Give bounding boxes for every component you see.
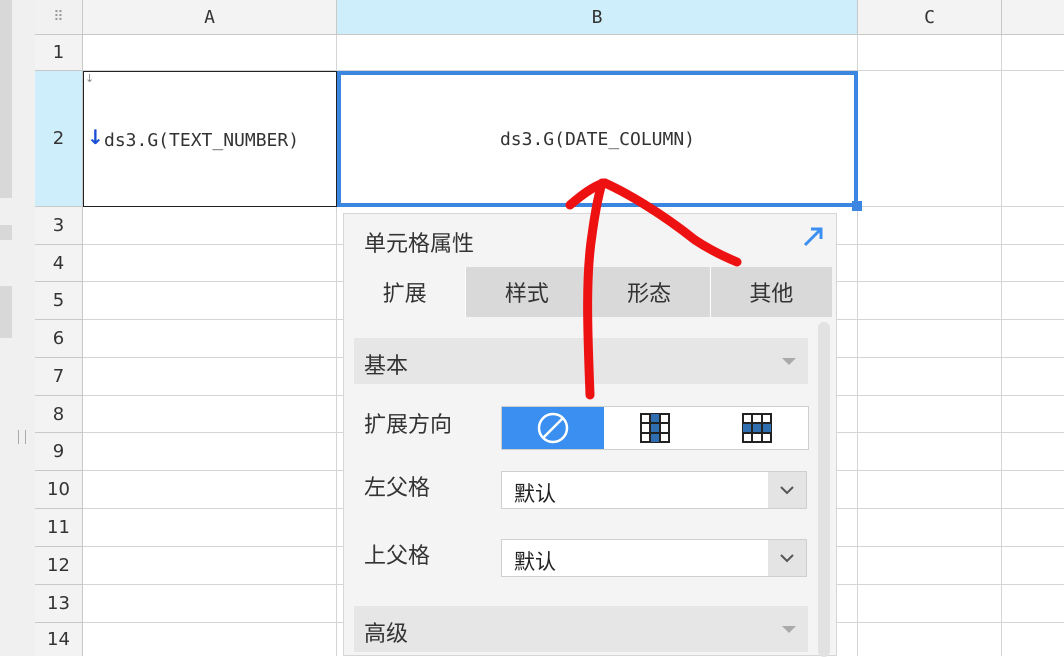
side-scroll-region (0, 225, 12, 240)
row-header-6[interactable]: 6 (35, 320, 83, 358)
row-header-11[interactable]: 11 (35, 509, 83, 547)
top-parent-label: 上父格 (364, 544, 431, 569)
panel-scrollbar[interactable] (818, 322, 830, 657)
select-all-corner[interactable]: ⠿ (35, 0, 83, 35)
vertical-expand-icon (640, 413, 670, 443)
horizontal-expand-option[interactable] (706, 407, 808, 449)
expand-marker-icon: ↓ (85, 72, 95, 85)
cell-a2-text: ds3.G(TEXT_NUMBER) (104, 130, 300, 151)
row-header-7[interactable]: 7 (35, 358, 83, 396)
section-basic-title: 基本 (364, 354, 409, 379)
expand-direction-label: 扩展方向 (364, 413, 453, 438)
chevron-down-icon[interactable] (768, 540, 806, 576)
no-expand-option[interactable] (502, 407, 604, 449)
left-parent-select[interactable]: 默认 (501, 471, 807, 509)
left-edge-strip (0, 0, 35, 656)
column-header-d[interactable] (1002, 0, 1064, 35)
cell-b2-text: ds3.G(DATE_COLUMN) (499, 128, 696, 150)
column-header-b[interactable]: B (337, 0, 858, 35)
cell-b2-selected[interactable]: ds3.G(DATE_COLUMN) (337, 71, 858, 207)
cell-properties-panel: 单元格属性 扩展 样式 形态 其他 基本 扩展方向 左父格 默认 上父格 默认 … (343, 213, 837, 657)
fill-handle[interactable] (852, 201, 862, 211)
top-parent-select[interactable]: 默认 (501, 539, 807, 577)
side-scroll-region (0, 286, 12, 338)
row-header-1[interactable]: 1 (35, 35, 83, 71)
row-header-5[interactable]: 5 (35, 282, 83, 320)
horizontal-expand-icon (742, 413, 772, 443)
expand-direction-selector (501, 406, 809, 450)
section-basic-header[interactable]: 基本 (354, 338, 808, 384)
grid-line (1001, 35, 1002, 656)
left-parent-label: 左父格 (364, 476, 431, 501)
section-advanced-header[interactable]: 高级 (354, 606, 808, 652)
row-header-8[interactable]: 8 (35, 396, 83, 433)
tab-other[interactable]: 其他 (710, 267, 832, 317)
caret-down-icon (782, 358, 796, 365)
row-header-3[interactable]: 3 (35, 207, 83, 245)
cell-a2[interactable]: ↓ ↓ ds3.G(TEXT_NUMBER) (83, 71, 337, 207)
left-parent-value: 默认 (514, 482, 556, 506)
row-header-10[interactable]: 10 (35, 471, 83, 509)
splitter-handle[interactable] (18, 430, 26, 444)
expand-down-arrow-icon: ↓ (87, 125, 104, 149)
section-advanced-title: 高级 (364, 622, 409, 647)
chevron-down-icon[interactable] (768, 472, 806, 508)
caret-down-icon (782, 626, 796, 633)
side-scroll-region (0, 0, 12, 198)
row-header-14[interactable]: 14 (35, 623, 83, 656)
panel-tabs: 扩展 样式 形态 其他 (344, 267, 832, 317)
column-header-a[interactable]: A (83, 0, 337, 35)
no-expand-icon (537, 412, 569, 444)
vertical-expand-option[interactable] (604, 407, 706, 449)
top-parent-value: 默认 (514, 550, 556, 574)
panel-title: 单元格属性 (364, 232, 475, 257)
row-header-4[interactable]: 4 (35, 245, 83, 282)
tab-form[interactable]: 形态 (588, 267, 711, 317)
tab-expand[interactable]: 扩展 (344, 267, 467, 317)
row-header-9[interactable]: 9 (35, 433, 83, 471)
row-header-13[interactable]: 13 (35, 585, 83, 623)
row-header-12[interactable]: 12 (35, 547, 83, 585)
row-header-2[interactable]: 2 (35, 71, 83, 207)
expand-icon[interactable] (800, 224, 826, 250)
tab-style[interactable]: 样式 (466, 267, 589, 317)
column-header-c[interactable]: C (858, 0, 1002, 35)
